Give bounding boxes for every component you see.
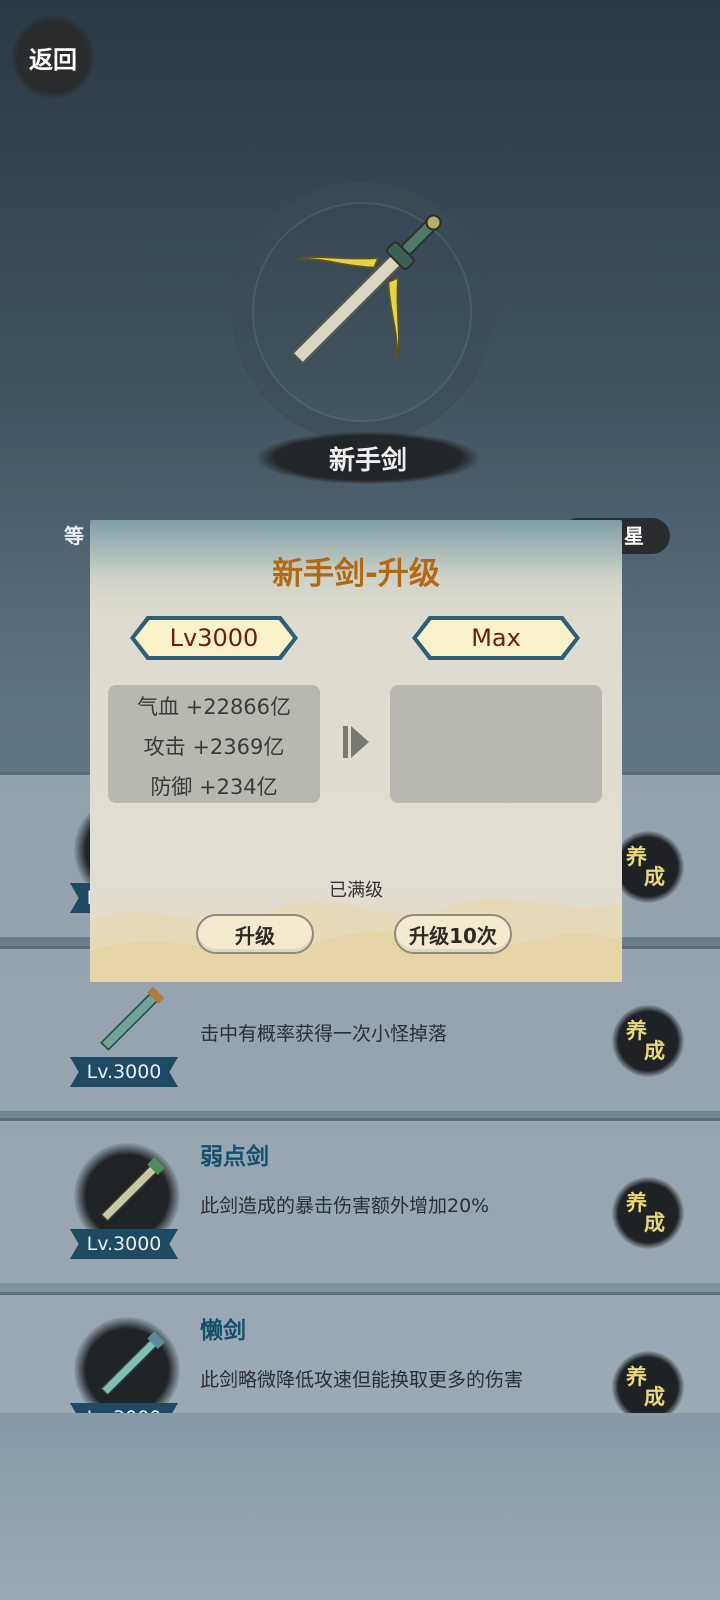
- level-badge: Lv.3000: [70, 1057, 178, 1087]
- train-button[interactable]: 养 成: [612, 831, 684, 903]
- train-label-b: 成: [644, 1211, 665, 1235]
- item-desc: 此剑略微降低攻速但能换取更多的伤害: [200, 1369, 524, 1391]
- arrow-right-icon: [343, 726, 369, 758]
- next-level: Max: [417, 620, 575, 656]
- weak-point-sword-icon: [100, 1157, 165, 1223]
- back-button[interactable]: 返回: [12, 16, 94, 98]
- item-desc: 击中有概率获得一次小怪掉落: [200, 1023, 448, 1045]
- stat-defense: 防御 +234亿: [150, 775, 278, 799]
- stat-attack: 攻击 +2369亿: [143, 735, 285, 759]
- upgrade-10-button[interactable]: 升级10次: [394, 914, 512, 954]
- upgrade-label: 升级: [235, 923, 275, 948]
- max-level-status: 已满级: [329, 880, 383, 901]
- stat-hp: 气血 +22866亿: [136, 695, 292, 719]
- item-desc: 此剑造成的暴击伤害额外增加20%: [200, 1195, 490, 1217]
- sword-icon: [291, 214, 442, 365]
- next-stats-box: [390, 685, 602, 803]
- upgrade-10-label: 升级10次: [409, 923, 497, 948]
- upgrade-dialog: 新手剑-升级 Lv3000 Max 气血 +22866亿 攻击 +2369亿 防…: [90, 520, 622, 982]
- current-stats-box: 气血 +22866亿 攻击 +2369亿 防御 +234亿: [108, 685, 320, 803]
- level-badge: Lv.3000: [70, 1229, 178, 1259]
- list-item: Lv.3000 懒剑 此剑略微降低攻速但能换取更多的伤害 养 成: [0, 1292, 720, 1413]
- train-label-b: 成: [644, 1385, 665, 1409]
- train-label-b: 成: [644, 865, 665, 889]
- level-badge: Lv.3000: [70, 1403, 178, 1413]
- green-sword-icon: [100, 986, 165, 1051]
- train-button[interactable]: 养 成: [612, 1005, 684, 1077]
- upgrade-button[interactable]: 升级: [196, 914, 314, 954]
- next-level-badge: Max: [412, 616, 580, 660]
- dialog-title: 新手剑-升级: [272, 556, 440, 592]
- train-button[interactable]: 养 成: [612, 1351, 684, 1413]
- bg-level-label: 等: [64, 524, 84, 548]
- item-name: 弱点剑: [200, 1144, 269, 1170]
- train-label-b: 成: [644, 1039, 665, 1063]
- lazy-sword-icon: [100, 1331, 165, 1397]
- current-level: Lv3000: [135, 620, 293, 656]
- train-button[interactable]: 养 成: [612, 1177, 684, 1249]
- weapon-name: 新手剑: [328, 445, 407, 476]
- weapon-title: 新手剑: [258, 432, 478, 484]
- current-level-badge: Lv3000: [130, 616, 298, 660]
- list-item: Lv.3000 弱点剑 此剑造成的暴击伤害额外增加20% 养 成: [0, 1118, 720, 1283]
- back-label: 返回: [29, 45, 77, 74]
- item-name: 懒剑: [200, 1318, 246, 1344]
